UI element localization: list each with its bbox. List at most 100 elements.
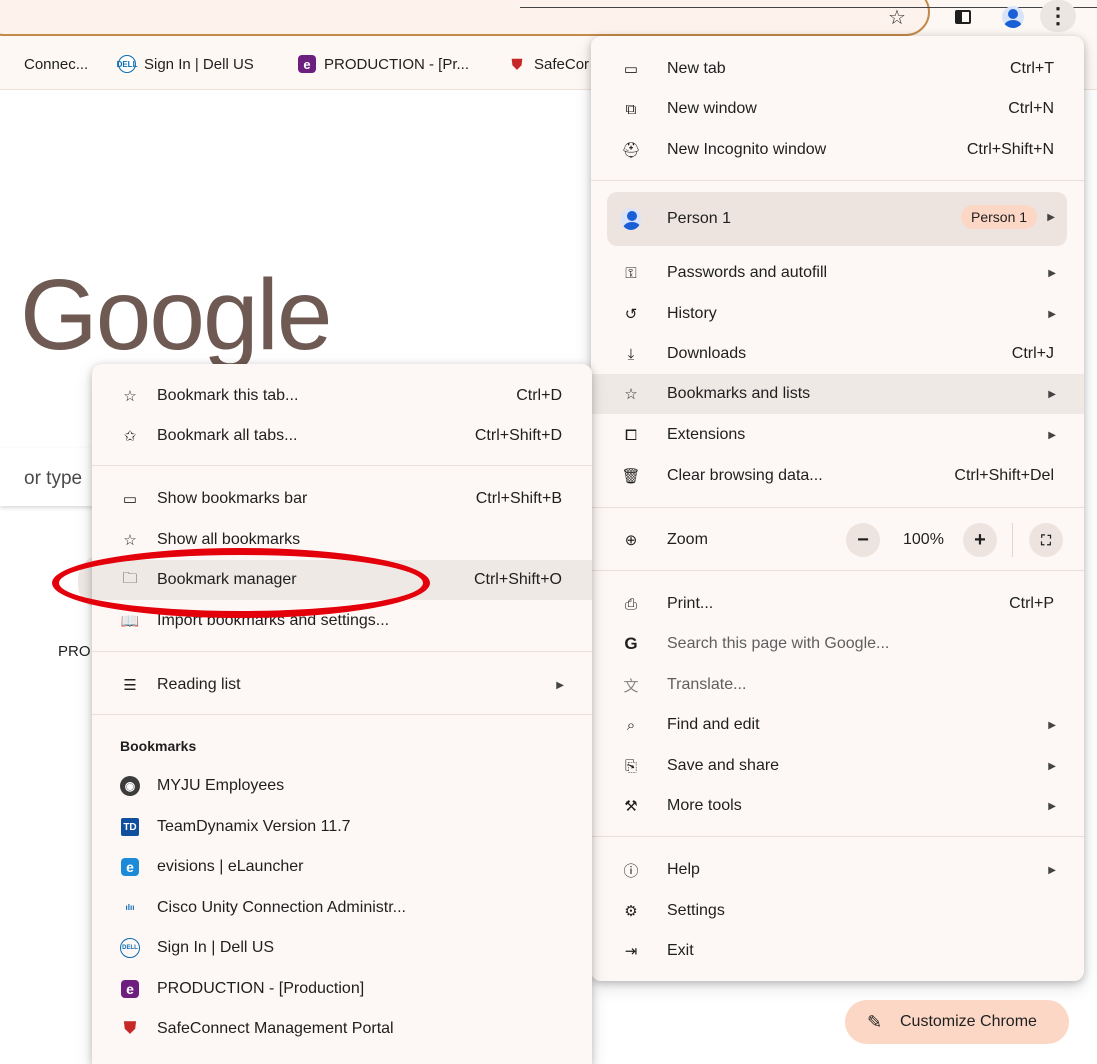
submenu-arrow-icon: ▶	[1048, 760, 1056, 772]
new-window-icon: ⧉	[625, 100, 637, 118]
submenu-arrow-icon: ▶	[1048, 429, 1056, 441]
menu-settings[interactable]: ⚙ Settings	[591, 891, 1084, 931]
save-share-icon: ⎘	[624, 757, 637, 775]
history-icon: ↺	[624, 306, 638, 323]
star-all-icon: ✩	[123, 428, 137, 445]
google-g-icon: G	[624, 634, 638, 653]
menu-show-bookmarks-bar[interactable]: ▭ Show bookmarks bar Ctrl+Shift+B	[92, 479, 592, 519]
submenu-arrow-icon: ▶	[1048, 864, 1056, 876]
menu-bookmark-this-tab[interactable]: ☆ Bookmark this tab... Ctrl+D	[92, 376, 592, 416]
submenu-arrow-icon: ▶	[1048, 267, 1056, 279]
bookmarks-bar-item[interactable]: DELL Sign In | Dell US	[117, 52, 254, 76]
menu-reading-list[interactable]: ☰ Reading list ▶	[92, 665, 592, 705]
teamdynamix-favicon-icon: TD	[121, 818, 139, 836]
zoom-out-button[interactable]: −	[846, 523, 880, 557]
chrome-menu-button[interactable]: ⋮	[1040, 0, 1076, 32]
menu-show-all-bookmarks[interactable]: ☆ Show all bookmarks	[92, 520, 592, 560]
menu-profile-row[interactable]: Person 1 Person 1 ▶	[607, 192, 1067, 246]
book-icon: 📖	[120, 613, 140, 630]
bookmarks-bar-item[interactable]: e PRODUCTION - [Pr...	[298, 52, 469, 76]
bookmark-item[interactable]: e PRODUCTION - [Production]	[92, 969, 592, 1009]
menu-print[interactable]: ⎙ Print... Ctrl+P	[591, 584, 1084, 624]
menu-downloads[interactable]: ⤓ Downloads Ctrl+J	[591, 334, 1084, 374]
menu-divider	[591, 180, 1084, 181]
menu-divider	[591, 836, 1084, 837]
menu-new-tab[interactable]: ▭ New tab Ctrl+T	[591, 49, 1084, 89]
bookmark-item[interactable]: e evisions | eLauncher	[92, 847, 592, 887]
dell-favicon-icon: DELL	[120, 938, 140, 958]
evisions-favicon-icon: e	[121, 858, 139, 876]
menu-bookmark-manager[interactable]: 🗀 Bookmark manager Ctrl+Shift+O	[92, 560, 592, 600]
menu-exit[interactable]: ⇥ Exit	[591, 931, 1084, 971]
translate-icon: 文	[623, 677, 639, 695]
bookmarks-submenu: ☆ Bookmark this tab... Ctrl+D ✩ Bookmark…	[92, 364, 592, 1064]
menu-help[interactable]: ⓘ Help ▶	[591, 850, 1084, 890]
submenu-arrow-icon: ▶	[1048, 388, 1056, 400]
menu-divider	[591, 570, 1084, 571]
customize-chrome-button[interactable]: ✎ Customize Chrome	[845, 1000, 1069, 1044]
menu-more-tools[interactable]: ⚒ More tools ▶	[591, 786, 1084, 826]
menu-new-incognito[interactable]: ⛑ New Incognito window Ctrl+Shift+N	[591, 130, 1084, 170]
fullscreen-icon[interactable]: ⛶	[1029, 523, 1063, 557]
help-icon: ⓘ	[623, 862, 639, 880]
bookmark-item[interactable]: TD TeamDynamix Version 11.7	[92, 807, 592, 847]
zoom-in-button[interactable]: +	[963, 523, 997, 557]
profile-avatar-icon	[621, 208, 641, 230]
star-icon: ☆	[123, 388, 137, 405]
trash-icon: 🗑	[621, 468, 641, 485]
find-icon: ⌕	[626, 716, 636, 734]
zoom-level: 100%	[903, 531, 944, 548]
toolbox-icon: ⚒	[624, 798, 638, 815]
bookmark-item[interactable]: ◉ MYJU Employees	[92, 766, 592, 806]
puzzle-icon: ⧠	[624, 426, 637, 444]
key-icon: ⚿	[625, 264, 637, 282]
evisions-production-favicon-icon: e	[121, 980, 139, 998]
profile-avatar-icon[interactable]	[1000, 4, 1026, 30]
chrome-main-menu: ▭ New tab Ctrl+T ⧉ New window Ctrl+N ⛑ N…	[591, 36, 1084, 981]
new-tab-icon: ▭	[623, 61, 639, 78]
submenu-arrow-icon: ▶	[556, 679, 564, 691]
reading-list-icon: ☰	[123, 677, 137, 694]
pencil-icon: ✎	[867, 1011, 883, 1032]
browser-toolbar: ☆ ⋮	[0, 0, 1097, 40]
gear-icon: ⚙	[624, 903, 638, 920]
menu-import-bookmarks[interactable]: 📖 Import bookmarks and settings...	[92, 601, 592, 641]
menu-search-page: G Search this page with Google...	[591, 624, 1084, 664]
exit-icon: ⇥	[624, 943, 638, 960]
submenu-arrow-icon: ▶	[1047, 212, 1055, 223]
shortcut-label: PRO	[58, 643, 91, 660]
menu-clear-browsing-data[interactable]: 🗑 Clear browsing data... Ctrl+Shift+Del	[591, 456, 1084, 496]
bookmarks-bar-icon: ▭	[122, 491, 138, 508]
bookmarks-bar-item[interactable]: Connec...	[24, 52, 88, 76]
menu-find-and-edit[interactable]: ⌕ Find and edit ▶	[591, 705, 1084, 745]
bookmark-item[interactable]: ılıı Cisco Unity Connection Administr...	[92, 888, 592, 928]
bookmark-star-icon[interactable]: ☆	[884, 4, 910, 30]
submenu-arrow-icon: ▶	[1048, 719, 1056, 731]
bookmarks-bar-item[interactable]: ⛊ SafeCor	[508, 52, 589, 76]
menu-extensions[interactable]: ⧠ Extensions ▶	[591, 415, 1084, 455]
google-logo: Google	[20, 259, 332, 371]
submenu-arrow-icon: ▶	[1048, 800, 1056, 812]
side-panel-icon[interactable]	[954, 4, 972, 30]
menu-new-window[interactable]: ⧉ New window Ctrl+N	[591, 89, 1084, 129]
incognito-icon: ⛑	[621, 142, 641, 159]
folder-icon: 🗀	[122, 569, 138, 587]
evisions-favicon-icon: e	[298, 55, 316, 73]
star-icon: ☆	[624, 386, 638, 403]
zoom-icon: ⊕	[624, 532, 638, 549]
safeconnect-favicon-icon: ⛊	[511, 55, 523, 72]
zoom-divider	[1012, 523, 1013, 557]
menu-bookmarks-and-lists[interactable]: ☆ Bookmarks and lists ▶	[591, 374, 1084, 414]
menu-divider	[591, 507, 1084, 508]
menu-divider	[92, 714, 592, 715]
menu-bookmark-all-tabs[interactable]: ✩ Bookmark all tabs... Ctrl+Shift+D	[92, 416, 592, 456]
menu-zoom: ⊕ Zoom	[591, 520, 1084, 560]
profile-badge: Person 1	[961, 205, 1038, 229]
bookmark-item[interactable]: DELL Sign In | Dell US	[92, 928, 592, 968]
menu-passwords[interactable]: ⚿ Passwords and autofill ▶	[591, 253, 1084, 293]
menu-save-and-share[interactable]: ⎘ Save and share ▶	[591, 746, 1084, 786]
bookmark-item[interactable]: ⛊ SafeConnect Management Portal	[92, 1009, 592, 1049]
menu-history[interactable]: ↺ History ▶	[591, 294, 1084, 334]
address-bar[interactable]	[0, 0, 930, 36]
dell-favicon-icon: DELL	[117, 55, 137, 73]
